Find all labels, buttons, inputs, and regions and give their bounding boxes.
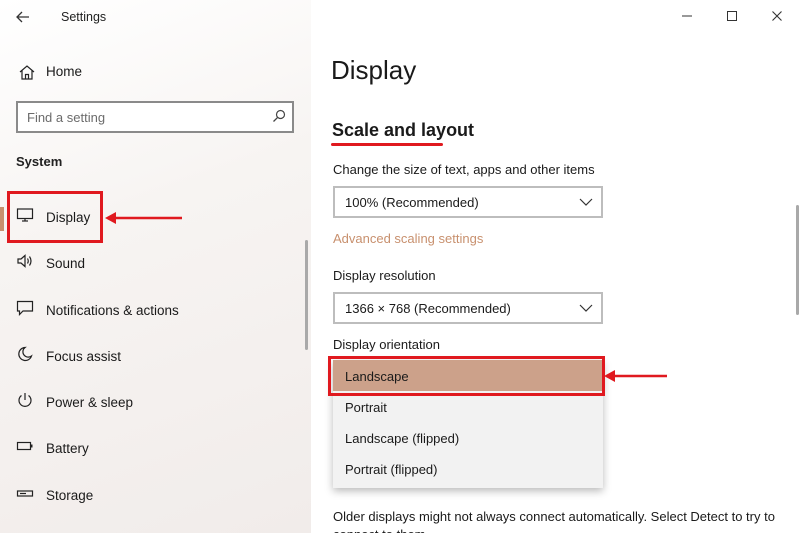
sidebar-item-notifications[interactable]: Notifications & actions bbox=[0, 288, 305, 334]
sidebar-item-power-sleep[interactable]: Power & sleep bbox=[0, 380, 305, 426]
sidebar-item-label: Home bbox=[46, 64, 83, 79]
speaker-icon bbox=[17, 254, 32, 269]
sidebar-section-title: System bbox=[16, 154, 63, 169]
resolution-value: 1366 × 768 (Recommended) bbox=[345, 301, 511, 316]
option-label: Portrait (flipped) bbox=[345, 462, 438, 477]
sidebar-item-storage[interactable]: Storage bbox=[0, 473, 305, 519]
sidebar-item-home[interactable]: Home bbox=[0, 56, 305, 88]
selection-indicator bbox=[0, 207, 4, 231]
annotation-arrow-left bbox=[105, 212, 182, 224]
sidebar-item-label: Power & sleep bbox=[46, 395, 134, 411]
orientation-label: Display orientation bbox=[333, 337, 440, 352]
detect-description: Older displays might not always connect … bbox=[333, 509, 775, 533]
sidebar-nav: Display Sound Notifications & actions Fo… bbox=[0, 195, 305, 519]
orientation-option-landscape-flipped[interactable]: Landscape (flipped) bbox=[333, 422, 603, 453]
resolution-dropdown[interactable]: 1366 × 768 (Recommended) bbox=[333, 292, 603, 324]
title-bar-left: Settings bbox=[0, 0, 311, 36]
window-title: Settings bbox=[61, 10, 107, 24]
scale-dropdown[interactable]: 100% (Recommended) bbox=[333, 186, 603, 218]
advanced-scaling-link[interactable]: Advanced scaling settings bbox=[333, 231, 483, 246]
sidebar-item-label: Notifications & actions bbox=[46, 302, 179, 318]
annotation-arrow-right bbox=[604, 370, 667, 382]
scale-value: 100% (Recommended) bbox=[345, 195, 479, 210]
scale-label: Change the size of text, apps and other … bbox=[333, 162, 595, 177]
resolution-label: Display resolution bbox=[333, 268, 436, 283]
section-title: Scale and layout bbox=[332, 120, 475, 140]
annotation-box-display bbox=[7, 191, 103, 243]
close-button[interactable] bbox=[754, 0, 800, 32]
sidebar: Settings Home System Display bbox=[0, 0, 311, 533]
minimize-button[interactable] bbox=[664, 0, 710, 32]
sidebar-item-focus-assist[interactable]: Focus assist bbox=[0, 334, 305, 380]
annotation-box-landscape bbox=[328, 356, 605, 396]
battery-icon bbox=[16, 442, 33, 451]
option-label: Landscape (flipped) bbox=[345, 431, 460, 446]
sidebar-item-sound[interactable]: Sound bbox=[0, 241, 305, 287]
moon-icon bbox=[18, 346, 33, 361]
option-label: Portrait bbox=[345, 400, 387, 415]
message-icon bbox=[16, 300, 34, 316]
power-icon bbox=[18, 393, 32, 408]
arrow-left-icon bbox=[16, 11, 29, 23]
annotation-underline bbox=[331, 143, 443, 146]
chevron-down-icon bbox=[579, 198, 593, 206]
orientation-option-portrait-flipped[interactable]: Portrait (flipped) bbox=[333, 453, 603, 484]
sidebar-item-battery[interactable]: Battery bbox=[0, 426, 305, 472]
maximize-icon bbox=[727, 11, 737, 21]
search-icon[interactable] bbox=[272, 109, 286, 123]
sidebar-item-label: Focus assist bbox=[46, 348, 122, 364]
storage-icon bbox=[16, 490, 34, 497]
home-icon bbox=[19, 65, 35, 80]
page-title: Display bbox=[331, 55, 417, 85]
search-box[interactable] bbox=[16, 101, 294, 133]
sidebar-scrollbar[interactable] bbox=[305, 240, 308, 350]
minimize-icon bbox=[682, 15, 692, 17]
sidebar-item-label: Storage bbox=[46, 487, 94, 503]
sidebar-item-label: Battery bbox=[46, 441, 89, 457]
content-scrollbar[interactable] bbox=[796, 205, 799, 315]
maximize-button[interactable] bbox=[709, 0, 755, 32]
back-button[interactable] bbox=[10, 6, 36, 28]
search-input[interactable] bbox=[18, 103, 258, 131]
close-icon bbox=[772, 11, 782, 21]
sidebar-item-label: Sound bbox=[46, 256, 86, 272]
chevron-down-icon bbox=[579, 304, 593, 312]
